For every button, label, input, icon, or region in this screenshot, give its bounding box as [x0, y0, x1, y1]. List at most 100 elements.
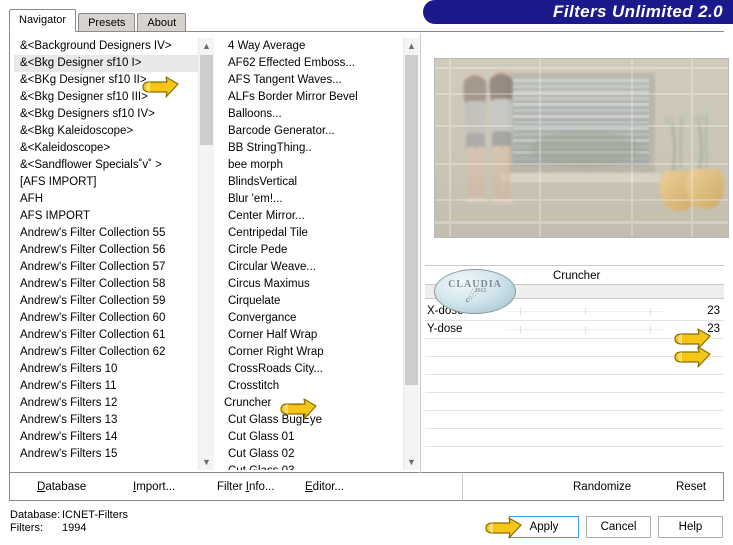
category-list-item[interactable]: AFS IMPORT — [14, 208, 199, 225]
status-area: Database: ICNET-Filters Filters: 1994 — [10, 509, 128, 535]
category-list-item[interactable]: Andrew's Filter Collection 56 — [14, 242, 199, 259]
parameter-row-empty — [425, 429, 724, 447]
panel-divider — [420, 33, 421, 473]
bottom-toolbar: Database Import... Filter Info... Editor… — [9, 473, 724, 501]
filter-list-item[interactable]: Convergance — [222, 310, 404, 327]
filter-list-item[interactable]: Cruncher — [222, 395, 404, 412]
filter-info-button[interactable]: Filter Info... — [217, 479, 275, 495]
category-list-item[interactable]: Andrew's Filters 10 — [14, 361, 199, 378]
category-list-item[interactable]: Andrew's Filters 15 — [14, 446, 199, 463]
category-list-item[interactable]: &<Kaleidoscope> — [14, 140, 199, 157]
filter-list-item[interactable]: BB StringThing.. — [222, 140, 404, 157]
parameter-value[interactable]: 23 — [707, 303, 720, 320]
toolbar-divider — [462, 474, 463, 500]
status-database-value: ICNET-Filters — [62, 509, 128, 521]
category-list-item[interactable]: &<Bkg Kaleidoscope> — [14, 123, 199, 140]
filter-list-item[interactable]: bee morph — [222, 157, 404, 174]
scroll-up-icon[interactable]: ▲ — [404, 38, 419, 54]
filter-list-item[interactable]: Cirquelate — [222, 293, 404, 310]
parameter-rows: X-dose 23 Y-dose 23 — [425, 303, 724, 447]
category-list-item[interactable]: Andrew's Filters 14 — [14, 429, 199, 446]
category-scrollbar[interactable]: ▲ ▼ — [198, 38, 214, 470]
parameter-row[interactable]: Y-dose 23 — [425, 321, 724, 339]
claudia-logo: CLAUDIA 2013 ☄ — [434, 269, 516, 314]
category-list-item[interactable]: Andrew's Filter Collection 58 — [14, 276, 199, 293]
filter-list-items: 4 Way Average AF62 Effected Emboss... AFS … — [222, 38, 404, 470]
filter-list-item[interactable]: 4 Way Average — [222, 38, 404, 55]
filter-list-item-label: Cruncher — [224, 397, 272, 409]
filter-list-item[interactable]: AF62 Effected Emboss... — [222, 55, 404, 72]
apply-button[interactable]: Apply — [509, 516, 579, 538]
category-list-item[interactable]: Andrew's Filter Collection 57 — [14, 259, 199, 276]
category-list-item[interactable]: &<Bkg Designers sf10 IV> — [14, 106, 199, 123]
category-list-item[interactable]: &<Background Designers IV> — [14, 38, 199, 55]
category-list-item[interactable]: Andrew's Filter Collection 55 — [14, 225, 199, 242]
category-list-item[interactable]: Andrew's Filters 12 — [14, 395, 199, 412]
tab-bar: Navigator Presets About — [9, 9, 188, 33]
main-client-area: &<Background Designers IV> &<Bkg Designer… — [9, 31, 729, 473]
status-database-row: Database: ICNET-Filters — [10, 509, 128, 522]
tab-presets[interactable]: Presets — [78, 13, 136, 33]
category-list-item[interactable]: [AFS IMPORT] — [14, 174, 199, 191]
parameter-row-empty — [425, 375, 724, 393]
category-list-item[interactable]: AFH — [14, 191, 199, 208]
filter-list-item[interactable]: Cut Glass 02 — [222, 446, 404, 463]
filter-list-item[interactable]: Cut Glass 03 — [222, 463, 404, 470]
category-list-item[interactable]: &<Bkg Designer sf10 III> — [14, 89, 199, 106]
category-list-item[interactable]: &<BKg Designer sf10 II> — [14, 72, 199, 89]
editor-button[interactable]: Editor... — [305, 479, 344, 495]
category-list-item[interactable]: Andrew's Filters 13 — [14, 412, 199, 429]
scroll-up-icon[interactable]: ▲ — [199, 38, 214, 54]
filter-list-item[interactable]: Blur 'em!... — [222, 191, 404, 208]
filter-list-item[interactable]: Center Mirror... — [222, 208, 404, 225]
parameter-value[interactable]: 23 — [707, 321, 720, 338]
scroll-down-icon[interactable]: ▼ — [199, 454, 214, 470]
filter-scroll-thumb[interactable] — [405, 55, 418, 385]
active-filter-name: Cruncher — [553, 270, 601, 282]
cancel-button[interactable]: Cancel — [586, 516, 651, 538]
reset-button[interactable]: Reset — [676, 479, 706, 495]
tab-navigator[interactable]: Navigator — [9, 9, 77, 32]
filter-listbox[interactable]: 4 Way Average AF62 Effected Emboss... AFS … — [222, 38, 419, 470]
help-button[interactable]: Help — [658, 516, 723, 538]
category-list-item[interactable]: Andrew's Filter Collection 61 — [14, 327, 199, 344]
parameter-slider-tick — [650, 326, 651, 333]
filter-list-item[interactable]: AFS Tangent Waves... — [222, 72, 404, 89]
category-listbox[interactable]: &<Background Designers IV> &<Bkg Designer… — [14, 38, 214, 470]
category-scroll-thumb[interactable] — [200, 55, 213, 145]
category-list-item[interactable]: &<Sandflower Specials˚v˚ > — [14, 157, 199, 174]
parameter-slider-tick — [520, 308, 521, 315]
parameter-slider-tick — [650, 308, 651, 315]
filter-list-item[interactable]: Circular Weave... — [222, 259, 404, 276]
filter-list-item[interactable]: Cut Glass 01 — [222, 429, 404, 446]
category-list-item[interactable]: &<Bkg Designer sf10 I> — [14, 55, 199, 72]
status-database-key: Database: — [10, 509, 61, 521]
filter-scrollbar[interactable]: ▲ ▼ — [403, 38, 419, 470]
scroll-down-icon[interactable]: ▼ — [404, 454, 419, 470]
randomize-button[interactable]: Randomize — [573, 479, 631, 495]
category-list-item[interactable]: Andrew's Filter Collection 60 — [14, 310, 199, 327]
import-button[interactable]: Import... — [133, 479, 175, 495]
category-list-item[interactable]: Andrew's Filters 11 — [14, 378, 199, 395]
filter-list-item[interactable]: Centripedal Tile — [222, 225, 404, 242]
filter-list-item[interactable]: Cut Glass BugEye — [222, 412, 404, 429]
filter-list-item[interactable]: Balloons... — [222, 106, 404, 123]
parameter-label: Y-dose — [427, 323, 463, 335]
filter-list-item[interactable]: Corner Half Wrap — [222, 327, 404, 344]
filter-list-item[interactable]: BlindsVertical — [222, 174, 404, 191]
tab-about[interactable]: About — [137, 13, 187, 33]
parameter-slider-tick — [585, 308, 586, 315]
parameter-slider-tick — [520, 326, 521, 333]
filter-list-item[interactable]: Crosstitch — [222, 378, 404, 395]
category-list-item[interactable]: Andrew's Filter Collection 59 — [14, 293, 199, 310]
filter-list-item[interactable]: Corner Right Wrap — [222, 344, 404, 361]
filter-list-item[interactable]: ALFs Border Mirror Bevel — [222, 89, 404, 106]
database-button[interactable]: Database — [37, 479, 86, 495]
filter-list-item[interactable]: CrossRoads City... — [222, 361, 404, 378]
filter-list-item[interactable]: Circle Pede — [222, 242, 404, 259]
category-list-item[interactable]: Andrew's Filter Collection 62 — [14, 344, 199, 361]
filter-list-item[interactable]: Circus Maximus — [222, 276, 404, 293]
filter-preview-image[interactable] — [434, 58, 729, 238]
status-filters-row: Filters: 1994 — [10, 522, 128, 535]
filter-list-item[interactable]: Barcode Generator... — [222, 123, 404, 140]
